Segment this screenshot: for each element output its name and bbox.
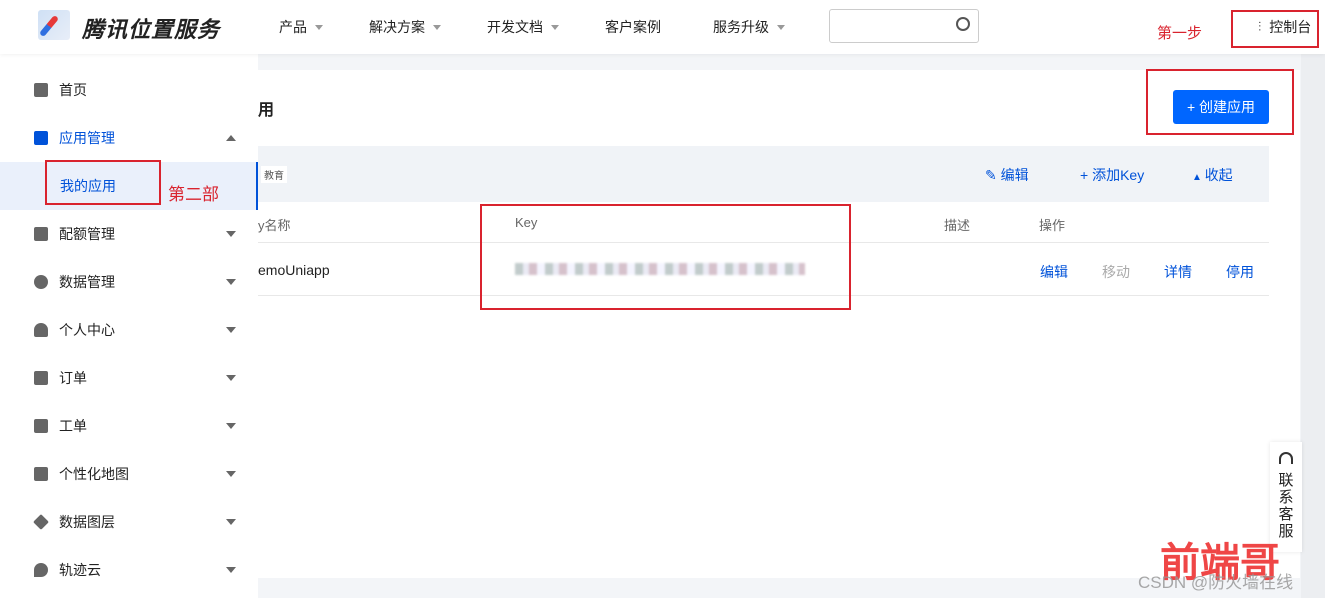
sidebar-item-data-layer[interactable]: 数据图层 (0, 498, 258, 546)
clipboard-icon (34, 371, 48, 385)
caret-up-icon: ▲ (1192, 172, 1205, 183)
home-list-icon (34, 83, 48, 97)
layers-icon (33, 514, 49, 530)
chevron-down-icon (226, 423, 236, 429)
sidebar-item-label: 数据图层 (59, 514, 115, 530)
search-input[interactable] (829, 9, 979, 43)
scrollbar[interactable] (1301, 54, 1325, 598)
nav-label: 解决方案 (369, 19, 425, 35)
caret-down-icon (315, 24, 323, 30)
row-edit-link[interactable]: 编辑 (1040, 262, 1068, 282)
add-key-label: 添加Key (1092, 167, 1145, 183)
chevron-down-icon (226, 519, 236, 525)
top-header: 腾讯位置服务 产品 解决方案 开发文档 客户案例 服务升级 ⫶ 控制台 (0, 0, 1325, 54)
sidebar-item-home[interactable]: 首页 (0, 66, 258, 114)
nav-label: 客户案例 (605, 19, 661, 35)
edit-app-button[interactable]: ✎ 编辑 (985, 165, 1029, 185)
annotation-box-console (1231, 10, 1319, 48)
key-name: emoUniapp (258, 262, 330, 278)
caret-down-icon (551, 24, 559, 30)
app-tag: 教育 (261, 166, 287, 183)
my-apps-card: 用 + 创建应用 教育 ✎ 编辑 + 添加Key ▲ 收起 y名称 Key 描述… (258, 70, 1300, 578)
chevron-down-icon (226, 231, 236, 237)
location-pin-icon (34, 563, 48, 577)
add-key-button[interactable]: + 添加Key (1080, 165, 1144, 185)
annotation-box-key (480, 204, 851, 310)
sidebar-item-data[interactable]: 数据管理 (0, 258, 258, 306)
sidebar-item-label: 订单 (59, 370, 87, 386)
chart-icon (34, 227, 48, 241)
support-label: 联系客服 (1278, 472, 1294, 540)
edit-label: 编辑 (1000, 167, 1029, 183)
nav-products[interactable]: 产品 (279, 17, 323, 37)
chevron-up-icon (226, 135, 236, 141)
sidebar-item-label: 首页 (59, 82, 87, 98)
sidebar-item-label: 工单 (59, 418, 87, 434)
annotation-box-create (1146, 69, 1294, 135)
nav-solutions[interactable]: 解决方案 (369, 17, 441, 37)
sidebar-item-profile[interactable]: 个人中心 (0, 306, 258, 354)
watermark-text: CSDN @防火墙在线 (1138, 573, 1294, 592)
row-details-link[interactable]: 详情 (1164, 262, 1192, 282)
row-move-link[interactable]: 移动 (1102, 262, 1130, 282)
sidebar-item-label: 数据管理 (59, 274, 115, 290)
chevron-down-icon (226, 279, 236, 285)
pencil-icon: ✎ (985, 167, 1001, 183)
nav-label: 开发文档 (487, 19, 543, 35)
annotation-step1: 第一步 (1157, 25, 1203, 42)
page-title: 用 (258, 102, 275, 119)
sidebar-item-label: 个人中心 (59, 322, 115, 338)
brand-name[interactable]: 腾讯位置服务 (82, 12, 220, 44)
sidebar-item-app-management[interactable]: 应用管理 (0, 114, 258, 162)
search-icon[interactable] (956, 17, 970, 31)
chevron-down-icon (226, 327, 236, 333)
caret-down-icon (433, 24, 441, 30)
collapse-label: 收起 (1204, 167, 1233, 183)
sidebar-item-quota[interactable]: 配额管理 (0, 210, 258, 258)
nav-cases[interactable]: 客户案例 (605, 17, 661, 37)
sidebar-item-orders[interactable]: 订单 (0, 354, 258, 402)
sidebar: 首页 应用管理 我的应用 配额管理 数据管理 个人中心 订单 工单 个性化地图 … (0, 54, 258, 598)
nav-label: 服务升级 (713, 19, 769, 35)
collapse-button[interactable]: ▲ 收起 (1192, 165, 1233, 185)
custom-map-icon (34, 467, 48, 481)
app-header-row: 教育 ✎ 编辑 + 添加Key ▲ 收起 (258, 146, 1269, 202)
caret-down-icon (777, 24, 785, 30)
sidebar-item-track-cloud[interactable]: 轨迹云 (0, 546, 258, 594)
nav-label: 产品 (279, 19, 307, 35)
user-icon (34, 323, 48, 337)
annotation-step2: 第二部 (168, 185, 219, 204)
sidebar-item-custom-map[interactable]: 个性化地图 (0, 450, 258, 498)
annotation-box-my-apps (45, 160, 161, 205)
chevron-down-icon (226, 471, 236, 477)
sidebar-item-label: 配额管理 (59, 226, 115, 242)
database-icon (34, 275, 48, 289)
ticket-icon (34, 419, 48, 433)
sidebar-item-label: 个性化地图 (59, 466, 129, 482)
nav-upgrade[interactable]: 服务升级 (713, 17, 785, 37)
grid-icon (34, 131, 48, 145)
chevron-down-icon (226, 567, 236, 573)
col-ops: 操作 (1039, 218, 1066, 233)
logo-icon[interactable] (38, 10, 70, 40)
col-key-name: y名称 (258, 218, 291, 233)
nav-docs[interactable]: 开发文档 (487, 17, 559, 37)
headset-icon (1279, 452, 1293, 464)
row-disable-link[interactable]: 停用 (1226, 262, 1254, 282)
plus-icon: + (1080, 167, 1093, 183)
sidebar-item-label: 轨迹云 (59, 562, 101, 578)
sidebar-item-label: 应用管理 (59, 130, 115, 146)
chevron-down-icon (226, 375, 236, 381)
sidebar-item-tickets[interactable]: 工单 (0, 402, 258, 450)
col-desc: 描述 (944, 218, 971, 233)
